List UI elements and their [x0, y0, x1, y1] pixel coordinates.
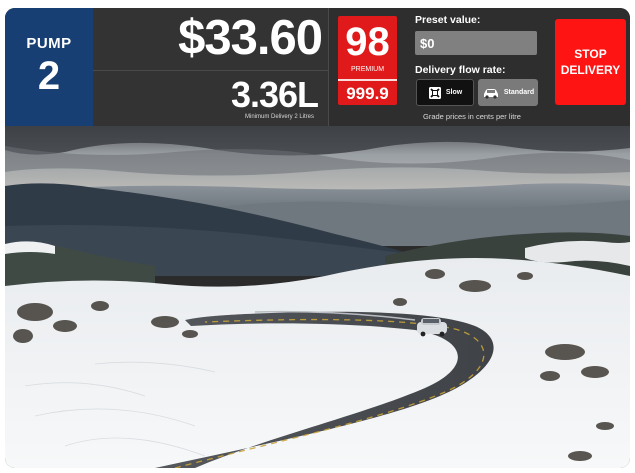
grade-name: PREMIUM	[350, 66, 385, 73]
minimum-delivery-note: Minimum Delivery 2 Litres	[244, 114, 314, 120]
flow-standard-label: Standard	[503, 89, 535, 96]
grade-price-note: Grade prices in cents per litre	[423, 112, 521, 121]
pump-label: PUMP	[26, 35, 72, 52]
car-icon	[482, 87, 500, 99]
stop-label-line2: DELIVERY	[560, 63, 621, 77]
stop-delivery-button[interactable]: STOP DELIVERY	[555, 19, 626, 105]
landscape-photo	[5, 126, 630, 468]
grade-number: 98	[345, 20, 390, 64]
pump-app-window: PUMP 2 $33.60 3.36L Minimum Delivery 2 L…	[5, 8, 630, 468]
landscape-photo-image	[5, 126, 630, 468]
preset-value-input[interactable]	[415, 31, 537, 55]
pump-control-panel: PUMP 2 $33.60 3.36L Minimum Delivery 2 L…	[5, 8, 630, 126]
fuel-grade-badge: 98 PREMIUM 999.9	[338, 16, 397, 105]
readout-divider	[93, 70, 328, 71]
pump-indicator: PUMP 2	[5, 8, 93, 126]
grade-divider	[338, 79, 397, 81]
grade-price: 999.9	[346, 84, 389, 103]
flow-slow-label: Slow	[445, 89, 463, 96]
preset-label: Preset value:	[415, 14, 481, 26]
delivery-readout: $33.60 3.36L Minimum Delivery 2 Litres	[93, 8, 329, 126]
pump-number: 2	[37, 54, 61, 98]
flow-rate-label: Delivery flow rate:	[415, 64, 506, 76]
flow-standard-button[interactable]: Standard	[478, 79, 538, 106]
delivery-volume: 3.36L	[230, 74, 319, 115]
flow-slow-button[interactable]: Slow	[416, 79, 474, 106]
fuel-drop-icon	[428, 86, 442, 100]
delivery-amount: $33.60	[178, 11, 323, 65]
stop-label-line1: STOP	[574, 47, 607, 61]
